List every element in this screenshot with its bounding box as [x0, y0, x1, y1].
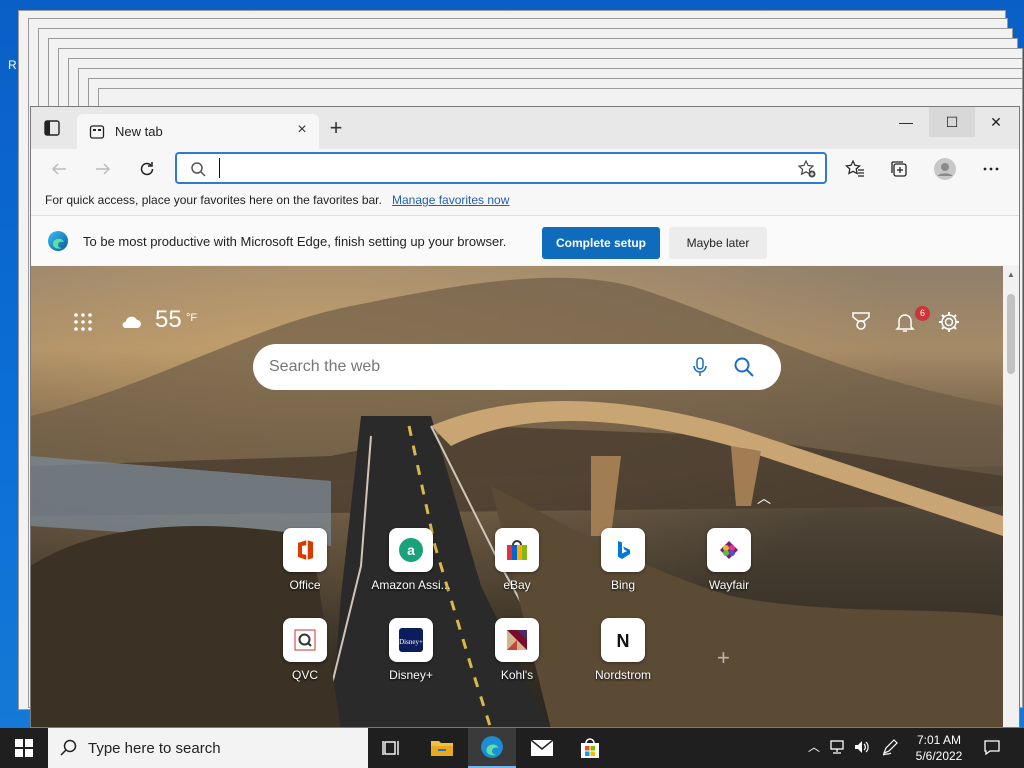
notification-badge: 6 — [915, 306, 930, 321]
tab-actions-icon[interactable] — [43, 119, 61, 137]
quick-link[interactable]: Office — [260, 528, 350, 592]
quick-link[interactable]: Wayfair — [684, 528, 774, 592]
search-submit-icon[interactable] — [733, 356, 755, 378]
scroll-up-arrow-icon[interactable]: ▲ — [1007, 270, 1015, 279]
edge-taskbar-icon[interactable] — [468, 728, 516, 768]
quick-link-label: Amazon Assi... — [371, 578, 451, 592]
wayfair-icon — [707, 528, 751, 572]
network-icon[interactable] — [828, 738, 848, 758]
clock-date: 5/6/2022 — [915, 749, 963, 763]
quick-link-label: Office — [289, 578, 321, 592]
task-view-icon[interactable] — [368, 728, 416, 768]
quick-link-label: QVC — [291, 668, 318, 682]
taskbar-search-box[interactable]: Type here to search — [48, 728, 368, 768]
maybe-later-button[interactable]: Maybe later — [669, 227, 767, 259]
cloud-icon[interactable] — [119, 310, 143, 334]
close-tab-icon[interactable]: × — [293, 121, 311, 139]
taskbar-search-placeholder: Type here to search — [88, 740, 221, 757]
quick-link-label: Bing — [610, 578, 636, 592]
tab-strip: New tab × + — ☐ ✕ — [31, 107, 1019, 150]
page-scrollbar[interactable]: ▲ — [1003, 266, 1019, 727]
notifications-bell-icon[interactable] — [893, 310, 917, 334]
quick-link[interactable]: N Nordstrom — [578, 618, 668, 682]
disney-plus-icon: Disney+ — [389, 618, 433, 662]
new-tab-page: 55 °F 6 Search the web ︿ Office a Amazon… — [31, 266, 1003, 727]
edge-window: New tab × + — ☐ ✕ For quick access, plac… — [30, 106, 1020, 728]
quick-link[interactable]: QVC — [260, 618, 350, 682]
desktop-icon-label[interactable]: R — [8, 58, 17, 72]
setup-infobar: To be most productive with Microsoft Edg… — [31, 215, 1019, 265]
scroll-thumb[interactable] — [1007, 294, 1015, 374]
mail-icon[interactable] — [518, 728, 566, 768]
search-icon — [189, 160, 207, 178]
windows-start-icon[interactable] — [0, 728, 48, 768]
svg-text:a: a — [407, 542, 415, 558]
ebay-icon — [495, 528, 539, 572]
web-search-placeholder: Search the web — [269, 358, 381, 375]
collapse-chevron-icon[interactable]: ︿ — [757, 488, 771, 508]
svg-text:Disney+: Disney+ — [399, 638, 423, 646]
microsoft-store-icon[interactable] — [566, 728, 614, 768]
file-explorer-icon[interactable] — [418, 728, 466, 768]
close-window-button[interactable]: ✕ — [973, 107, 1019, 137]
setup-message: To be most productive with Microsoft Edg… — [83, 234, 507, 249]
taskbar-clock[interactable]: 7:01 AM 5/6/2022 — [906, 732, 972, 764]
taskbar: Type here to search ︿ 7:01 AM 5/6/2022 — [0, 728, 1024, 768]
apps-launcher-icon[interactable] — [71, 310, 95, 334]
temperature-unit: °F — [186, 312, 198, 324]
favorites-bar-message: For quick access, place your favorites h… — [45, 193, 382, 207]
quick-link-label: Wayfair — [708, 578, 750, 592]
more-options-icon[interactable] — [979, 157, 1003, 181]
back-icon[interactable] — [47, 157, 71, 181]
new-tab-button[interactable]: + — [325, 117, 347, 140]
address-input[interactable] — [219, 158, 759, 178]
svg-text:N: N — [617, 631, 630, 651]
minimize-button[interactable]: — — [883, 107, 929, 137]
search-icon — [60, 739, 78, 757]
nordstrom-icon: N — [601, 618, 645, 662]
navigation-toolbar — [31, 149, 1019, 187]
quick-link[interactable]: Disney+ Disney+ — [366, 618, 456, 682]
quick-link[interactable]: eBay — [472, 528, 562, 592]
kohls-icon — [495, 618, 539, 662]
rewards-icon[interactable] — [849, 310, 873, 334]
qvc-icon — [283, 618, 327, 662]
quick-link[interactable]: Kohl's — [472, 618, 562, 682]
quick-link[interactable]: a Amazon Assi... — [366, 528, 456, 592]
manage-favorites-link[interactable]: Manage favorites now — [392, 193, 509, 207]
new-tab-icon — [89, 124, 105, 140]
clock-time: 7:01 AM — [916, 733, 962, 747]
edge-logo-icon — [47, 230, 69, 252]
complete-setup-button[interactable]: Complete setup — [542, 227, 660, 259]
microphone-icon[interactable] — [689, 356, 711, 378]
quick-link[interactable]: Bing — [578, 528, 668, 592]
add-favorite-icon[interactable] — [797, 159, 817, 179]
quick-link-label: Nordstrom — [594, 668, 651, 682]
add-quick-link-icon[interactable]: + — [717, 645, 730, 671]
forward-icon[interactable] — [91, 157, 115, 181]
amazon-assistant-icon: a — [389, 528, 433, 572]
maximize-button[interactable]: ☐ — [929, 107, 975, 137]
show-hidden-icons-chevron-icon[interactable]: ︿ — [804, 738, 824, 758]
favorites-icon[interactable] — [843, 157, 867, 181]
volume-icon[interactable] — [852, 738, 872, 758]
collections-icon[interactable] — [887, 157, 911, 181]
tab-title: New tab — [115, 124, 163, 139]
settings-gear-icon[interactable] — [937, 310, 961, 334]
temperature[interactable]: 55 — [155, 306, 182, 334]
refresh-icon[interactable] — [135, 157, 159, 181]
favorites-bar: For quick access, place your favorites h… — [31, 187, 1019, 215]
tab-new-tab[interactable]: New tab × — [77, 114, 319, 150]
bing-icon — [601, 528, 645, 572]
web-search-box[interactable]: Search the web — [253, 344, 781, 390]
profile-avatar[interactable] — [933, 157, 957, 181]
quick-link-label: eBay — [503, 578, 531, 592]
quick-link-label: Disney+ — [389, 668, 433, 682]
pen-workspace-icon[interactable] — [880, 738, 900, 758]
address-bar[interactable] — [175, 152, 827, 184]
office-icon — [283, 528, 327, 572]
quick-link-label: Kohl's — [500, 668, 534, 682]
action-center-icon[interactable] — [982, 738, 1002, 758]
